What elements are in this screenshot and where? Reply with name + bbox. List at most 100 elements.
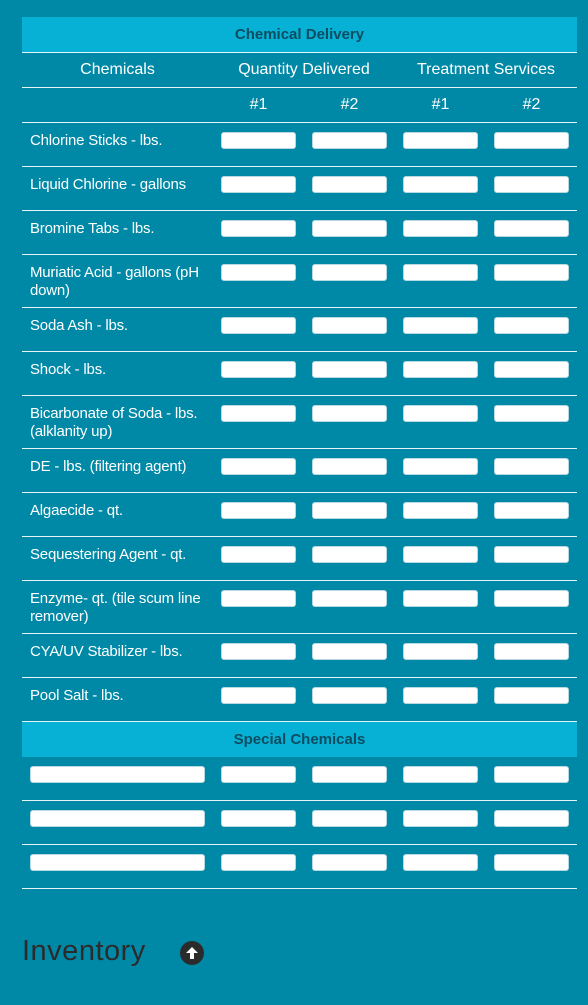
chemical-row: Pool Salt - lbs. [22, 678, 577, 722]
qty-2-input[interactable] [312, 502, 387, 519]
special-qty-2-input[interactable] [312, 766, 387, 783]
treatment-2-input[interactable] [494, 361, 569, 378]
special-treatment-1-input[interactable] [403, 854, 478, 871]
chemical-row: Sequestering Agent - qt. [22, 537, 577, 581]
special-chemical-name-input[interactable] [30, 766, 205, 783]
treatment-2-input[interactable] [494, 264, 569, 281]
treatment-1-input[interactable] [403, 687, 478, 704]
treatment-1-input[interactable] [403, 405, 478, 422]
chemical-label: Algaecide - qt. [30, 502, 123, 519]
inventory-heading: Inventory [22, 935, 146, 967]
chemical-label: Shock - lbs. [30, 361, 106, 378]
treatment-2-input[interactable] [494, 132, 569, 149]
chemical-row: Shock - lbs. [22, 352, 577, 396]
chemical-label: Bromine Tabs - lbs. [30, 220, 155, 237]
special-treatment-2-input[interactable] [494, 810, 569, 827]
chemical-label: Soda Ash - lbs. [30, 317, 128, 334]
treatment-services-header: Treatment Services [416, 61, 556, 78]
qty-2-input[interactable] [312, 264, 387, 281]
qty-2-input[interactable] [312, 590, 387, 607]
special-chemical-rows [22, 757, 577, 889]
treatment-1-input[interactable] [403, 590, 478, 607]
treatment-1-input[interactable] [403, 361, 478, 378]
qty-1-input[interactable] [221, 264, 296, 281]
special-chemical-name-input[interactable] [30, 810, 205, 827]
qty-1-input[interactable] [221, 643, 296, 660]
chemical-row: CYA/UV Stabilizer - lbs. [22, 634, 577, 678]
special-qty-2-input[interactable] [312, 810, 387, 827]
qty-1-input[interactable] [221, 546, 296, 563]
qty-2-input[interactable] [312, 687, 387, 704]
treatment-2-input[interactable] [494, 546, 569, 563]
chemical-label: Pool Salt - lbs. [30, 687, 124, 704]
qty-2-input[interactable] [312, 643, 387, 660]
qty-1-input[interactable] [221, 176, 296, 193]
chemical-row: Muriatic Acid - gallons (pH down) [22, 255, 577, 308]
special-chemical-name-input[interactable] [30, 854, 205, 871]
special-qty-2-input[interactable] [312, 854, 387, 871]
chemical-delivery-form: Chemical Delivery Chemicals Quantity Del… [22, 17, 577, 889]
chemical-row: Soda Ash - lbs. [22, 308, 577, 352]
chemical-row: DE - lbs. (filtering agent) [22, 449, 577, 493]
treatment-2-input[interactable] [494, 458, 569, 475]
treatment-1-input[interactable] [403, 502, 478, 519]
special-qty-1-input[interactable] [221, 810, 296, 827]
qty-1-input[interactable] [221, 405, 296, 422]
qty-2-input[interactable] [312, 317, 387, 334]
chemical-row: Algaecide - qt. [22, 493, 577, 537]
treatment-2-input[interactable] [494, 176, 569, 193]
special-chemicals-header: Special Chemicals [22, 722, 577, 757]
treatment-2-input[interactable] [494, 317, 569, 334]
chemical-delivery-header: Chemical Delivery [22, 17, 577, 52]
treatment-2-input[interactable] [494, 590, 569, 607]
arrow-up-circle-icon[interactable] [180, 941, 204, 965]
treatment-col-2-header: #2 [522, 96, 541, 113]
treatment-2-input[interactable] [494, 502, 569, 519]
qty-1-input[interactable] [221, 502, 296, 519]
column-header-row: Chemicals Quantity Delivered Treatment S… [22, 52, 577, 88]
special-qty-1-input[interactable] [221, 854, 296, 871]
qty-2-input[interactable] [312, 220, 387, 237]
treatment-1-input[interactable] [403, 317, 478, 334]
chemical-label: CYA/UV Stabilizer - lbs. [30, 643, 183, 660]
chemical-row: Bromine Tabs - lbs. [22, 211, 577, 255]
treatment-2-input[interactable] [494, 405, 569, 422]
qty-2-input[interactable] [312, 132, 387, 149]
treatment-1-input[interactable] [403, 132, 478, 149]
qty-1-input[interactable] [221, 220, 296, 237]
chemical-row: Chlorine Sticks - lbs. [22, 123, 577, 167]
chemical-label: Sequestering Agent - qt. [30, 546, 187, 563]
qty-1-input[interactable] [221, 590, 296, 607]
special-treatment-1-input[interactable] [403, 766, 478, 783]
qty-2-input[interactable] [312, 361, 387, 378]
special-qty-1-input[interactable] [221, 766, 296, 783]
special-treatment-2-input[interactable] [494, 766, 569, 783]
treatment-2-input[interactable] [494, 687, 569, 704]
treatment-1-input[interactable] [403, 264, 478, 281]
chemical-label: Muriatic Acid - gallons (pH down) [30, 264, 199, 299]
treatment-1-input[interactable] [403, 546, 478, 563]
chemical-label: Liquid Chlorine - gallons [30, 176, 186, 193]
chemical-row: Liquid Chlorine - gallons [22, 167, 577, 211]
treatment-1-input[interactable] [403, 458, 478, 475]
treatment-1-input[interactable] [403, 220, 478, 237]
qty-1-input[interactable] [221, 361, 296, 378]
qty-1-input[interactable] [221, 458, 296, 475]
treatment-1-input[interactable] [403, 176, 478, 193]
qty-1-input[interactable] [221, 687, 296, 704]
qty-2-input[interactable] [312, 458, 387, 475]
chemical-rows: Chlorine Sticks - lbs. Liquid Chlorine - … [22, 123, 577, 722]
treatment-1-input[interactable] [403, 643, 478, 660]
qty-1-input[interactable] [221, 317, 296, 334]
qty-2-input[interactable] [312, 176, 387, 193]
special-treatment-1-input[interactable] [403, 810, 478, 827]
treatment-2-input[interactable] [494, 643, 569, 660]
special-treatment-2-input[interactable] [494, 854, 569, 871]
qty-col-1-header: #1 [249, 96, 268, 113]
qty-2-input[interactable] [312, 405, 387, 422]
qty-1-input[interactable] [221, 132, 296, 149]
treatment-2-input[interactable] [494, 220, 569, 237]
qty-2-input[interactable] [312, 546, 387, 563]
chemicals-column-header: Chemicals [80, 61, 155, 78]
chemical-label: DE - lbs. (filtering agent) [30, 458, 187, 475]
